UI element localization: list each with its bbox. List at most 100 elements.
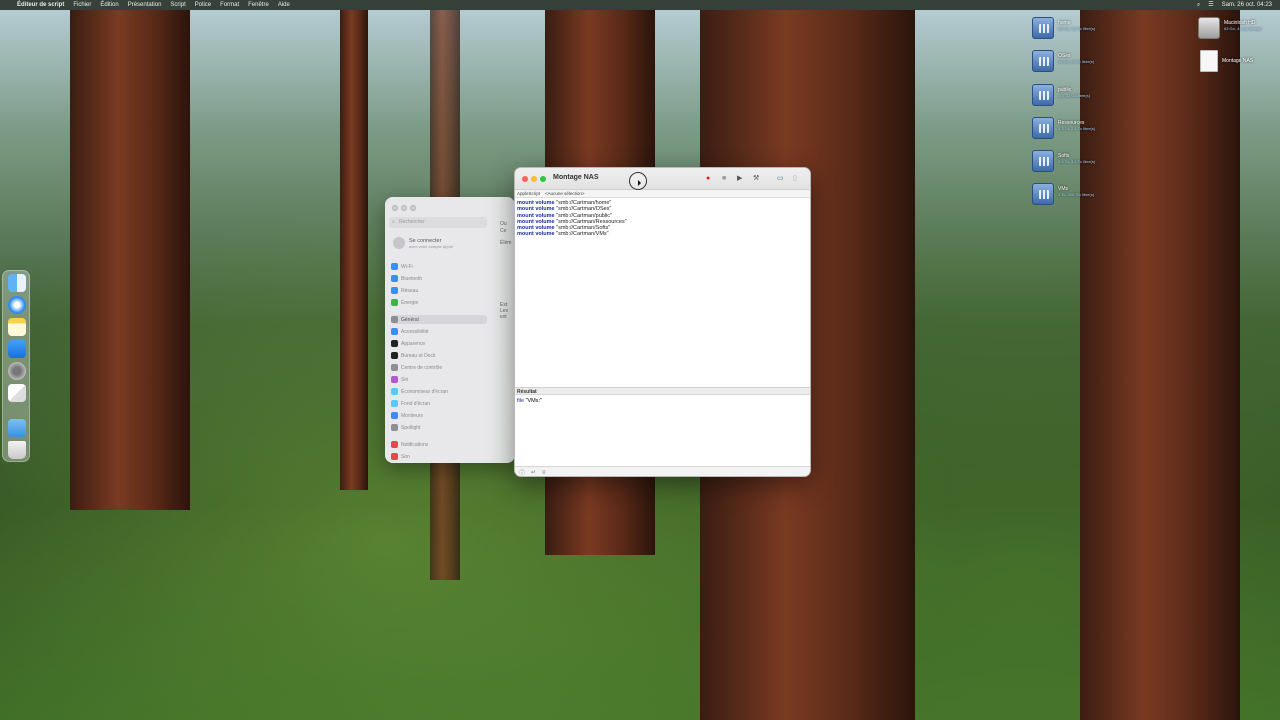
menu-app-name[interactable]: Éditeur de script	[17, 0, 64, 10]
apple-account-signin[interactable]: Se connecter avec votre compte Apple	[393, 237, 453, 249]
desktop-volume-softs[interactable]: Softs 5,5 To, 3,4 To libre(s)	[1032, 150, 1095, 172]
script-editor-icon[interactable]	[8, 384, 26, 402]
network-volume-icon	[1032, 50, 1054, 72]
downloads-folder-icon[interactable]	[8, 419, 26, 437]
menu-clock[interactable]: Sam. 26 oct. 04:23	[1222, 0, 1272, 10]
handler-selector[interactable]: <Aucune sélection>	[545, 190, 585, 197]
sidebar-item[interactable]: Apparence	[391, 339, 487, 348]
desktop-volume-vms[interactable]: VMs 1 To, 326 Go libre(s)	[1032, 183, 1094, 205]
settings-category-icon	[391, 263, 398, 270]
close-window-button[interactable]	[522, 176, 528, 182]
minimize-window-button[interactable]	[531, 176, 537, 182]
stop-button[interactable]: ■	[722, 175, 726, 183]
sidebar-item[interactable]: Bluetooth	[391, 274, 487, 283]
sidebar-item[interactable]: Accessibilité	[391, 327, 487, 336]
dock	[2, 270, 30, 462]
settings-search-input[interactable]: ⌕ Rechercher	[389, 217, 487, 228]
settings-category-icon	[391, 364, 398, 371]
menu-file[interactable]: Fichier	[73, 0, 91, 10]
sidebar-toggle-icon[interactable]: ▯	[793, 175, 797, 183]
sidebar-item[interactable]: Notifications	[391, 440, 487, 449]
result-value: "VMs:"	[525, 398, 542, 404]
system-settings-icon[interactable]	[8, 362, 26, 380]
desktop-volume-public[interactable]: public 107,33 Go libre(s)	[1032, 84, 1090, 106]
settings-category-icon	[391, 424, 398, 431]
settings-category-icon	[391, 275, 398, 282]
safari-icon[interactable]	[8, 296, 26, 314]
account-subtitle: avec votre compte Apple	[409, 243, 453, 249]
sidebar-item-label: Accessibilité	[401, 328, 429, 335]
language-selector[interactable]: AppleScript	[517, 190, 540, 197]
desktop-script-file[interactable]: Montage NAS	[1198, 50, 1253, 72]
list-icon[interactable]: ≡	[542, 470, 546, 476]
sidebar-item[interactable]: Énergie	[391, 298, 487, 307]
zoom-window-button[interactable]	[410, 205, 416, 211]
spotlight-icon[interactable]: ⌕	[1197, 0, 1200, 10]
menu-view[interactable]: Présentation	[128, 0, 162, 10]
menu-format[interactable]: Format	[220, 0, 239, 10]
finder-icon[interactable]	[8, 274, 26, 292]
sidebar-item[interactable]: Général	[391, 315, 487, 324]
tree-trunk	[340, 10, 368, 490]
desktop-volume-ressources[interactable]: Ressources 3,3 To, 2,5 To libre(s)	[1032, 117, 1095, 139]
sidebar-item[interactable]: Fond d'écran	[391, 399, 487, 408]
menu-font[interactable]: Police	[195, 0, 211, 10]
sidebar-item[interactable]: Réseau	[391, 286, 487, 295]
network-volume-icon	[1032, 183, 1054, 205]
desktop-volume-oses[interactable]: OSes 16 To, 1,9 To libre(s)	[1032, 50, 1094, 72]
sidebar-item-label: Réseau	[401, 287, 419, 294]
sidebar-item-label: Énergie	[401, 299, 419, 306]
pane-text: ext	[500, 314, 507, 320]
trash-icon[interactable]	[8, 441, 26, 459]
sidebar-item-label: Wi-Fi	[401, 263, 413, 270]
log-view-toggle-icon[interactable]: ▭	[777, 175, 784, 183]
menu-help[interactable]: Aide	[278, 0, 290, 10]
pane-text: Élém	[500, 240, 512, 246]
sidebar-item[interactable]: Son	[391, 452, 487, 461]
navigation-bar: AppleScript <Aucune sélection>	[515, 190, 810, 198]
network-volume-icon	[1032, 150, 1054, 172]
control-center-icon[interactable]: ☰	[1208, 0, 1213, 10]
settings-category-icon	[391, 400, 398, 407]
settings-category-icon	[391, 441, 398, 448]
script-code-area[interactable]: mount volume "smb://Cartman/home" mount v…	[517, 200, 807, 385]
hard-drive-icon	[1198, 17, 1220, 39]
menu-window[interactable]: Fenêtre	[248, 0, 269, 10]
app-store-icon[interactable]	[8, 340, 26, 358]
desktop-volume-home[interactable]: home 6,6 To, 2,3 To libre(s)	[1032, 17, 1095, 39]
zoom-window-button[interactable]	[540, 176, 546, 182]
close-window-button[interactable]	[392, 205, 398, 211]
compile-button[interactable]: ⚒	[753, 175, 759, 183]
sidebar-item[interactable]: Centre de contrôle	[391, 363, 487, 372]
code-string: "smb://Cartman/home"	[556, 200, 612, 206]
volume-capacity: 1 To, 326 Go libre(s)	[1058, 192, 1095, 197]
code-keyword: mount volume	[517, 218, 555, 225]
record-button[interactable]: ●	[706, 175, 710, 183]
reply-log-icon[interactable]: ↵	[531, 469, 536, 476]
sidebar-item[interactable]: Siri	[391, 375, 487, 384]
settings-category-icon	[391, 352, 398, 359]
script-editor-window: Montage NAS ● ■ ▶ ⚒ ▭ ▯ AppleScript <Auc…	[514, 167, 811, 477]
menu-status-area: ⌕ ☰ Sam. 26 oct. 04:23	[1197, 0, 1272, 10]
minimize-window-button[interactable]	[401, 205, 407, 211]
menu-edit[interactable]: Édition	[100, 0, 118, 10]
mouse-pointer-icon	[629, 172, 647, 190]
sidebar-item[interactable]: Wi-Fi	[391, 262, 487, 271]
desktop-macintosh-hd[interactable]: Macintosh HD 63 Go, 41 Go libre(s)	[1198, 17, 1261, 39]
sidebar-item[interactable]: Moniteurs	[391, 411, 487, 420]
editor-footer: ⓘ ↵ ≡	[515, 466, 810, 476]
notes-icon[interactable]	[8, 318, 26, 336]
run-button[interactable]: ▶	[737, 175, 742, 183]
info-icon[interactable]: ⓘ	[519, 468, 525, 476]
sidebar-item[interactable]: Bureau et Dock	[391, 351, 487, 360]
window-title: Montage NAS	[553, 174, 599, 181]
settings-category-icon	[391, 453, 398, 460]
code-keyword: mount volume	[517, 206, 555, 213]
code-string: "smb://Cartman/Softs"	[556, 225, 611, 232]
sidebar-item[interactable]: Spotlight	[391, 423, 487, 432]
sidebar-item-label: Moniteurs	[401, 412, 423, 419]
network-volume-icon	[1032, 17, 1054, 39]
menu-script[interactable]: Script	[170, 0, 185, 10]
code-string: "smb://Cartman/VMs"	[556, 231, 609, 238]
sidebar-item[interactable]: Économiseur d'écran	[391, 387, 487, 396]
